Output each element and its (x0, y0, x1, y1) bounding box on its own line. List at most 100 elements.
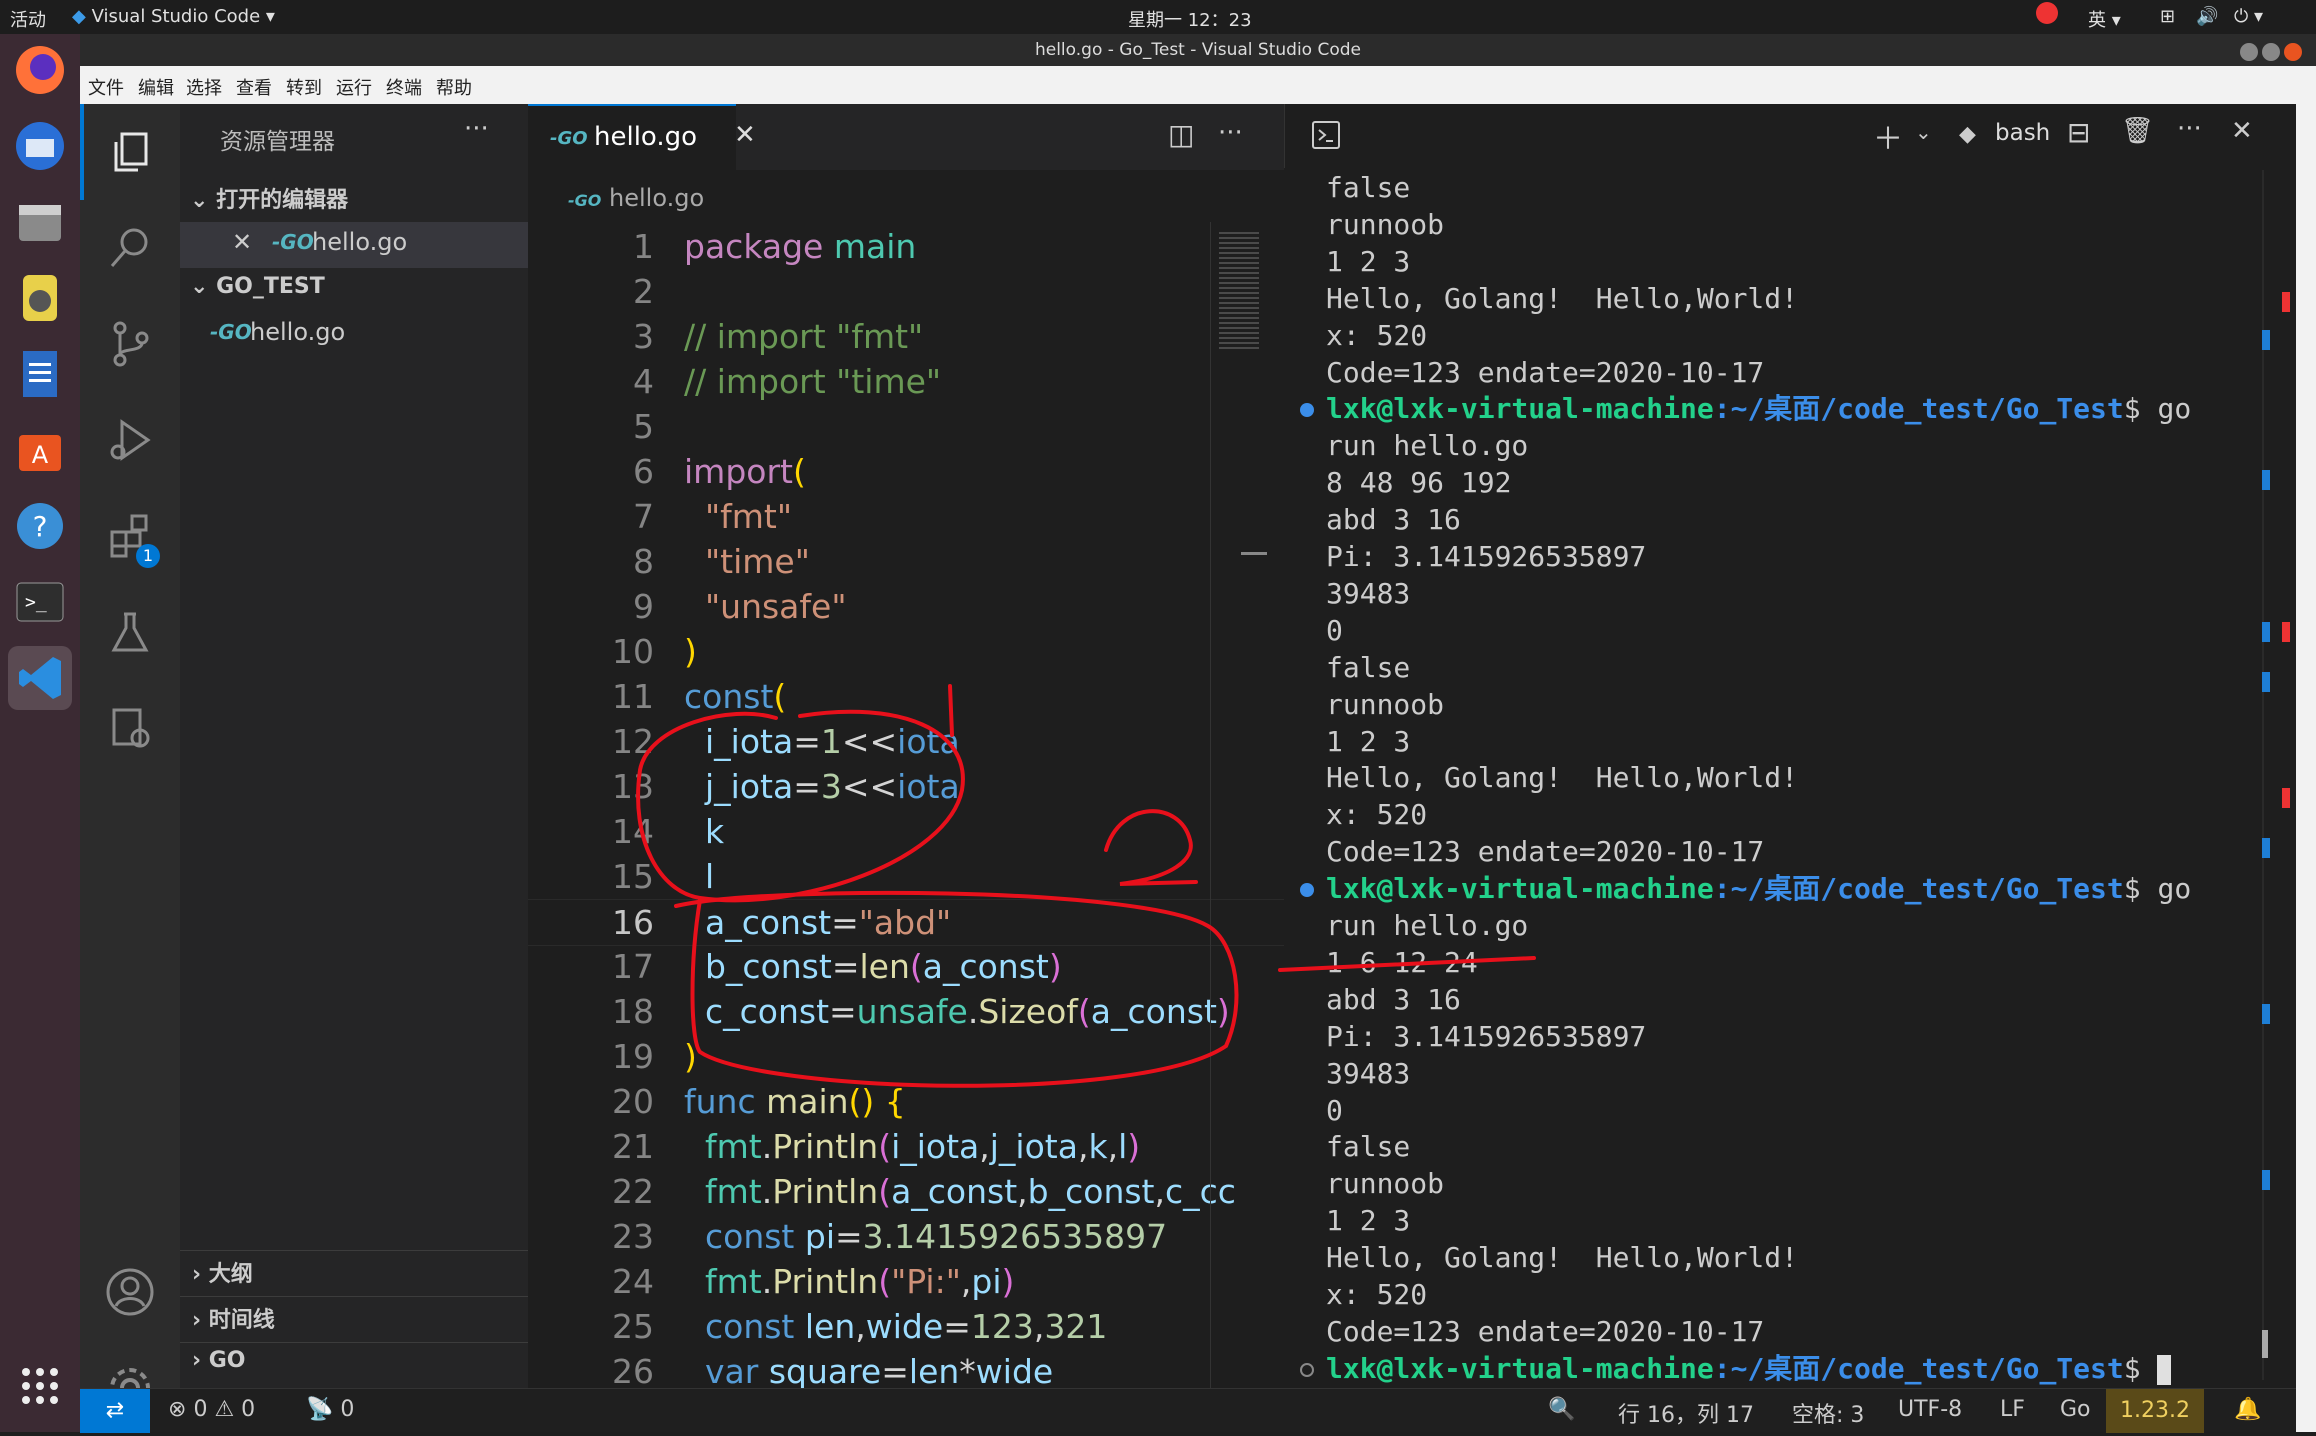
notifications-icon[interactable]: 🔔 (2234, 1397, 2261, 1422)
terminal-line: run hello.go (1326, 909, 1529, 942)
network-icon[interactable]: ⊞ (2160, 6, 2175, 27)
code-line: 13 j_iota=3<<iota (612, 767, 960, 806)
terminal-icon[interactable] (1311, 120, 1341, 154)
activities-button[interactable]: 活动 (10, 6, 46, 32)
indentation[interactable]: 空格: 3 (1792, 1397, 1864, 1429)
code-line: 7 "fmt" (633, 497, 793, 536)
trash-icon[interactable]: 🗑 (2121, 116, 2154, 146)
folder-file-item[interactable]: -GO hello.go (180, 312, 528, 358)
code-area[interactable]: 1 package main 2 3// import "fmt" 4// imp… (528, 224, 1284, 1388)
files-icon[interactable] (8, 190, 72, 254)
outline-header[interactable]: › 大纲 (192, 1256, 253, 1288)
source-control-icon[interactable] (80, 296, 180, 392)
go-section-header[interactable]: › GO (192, 1348, 246, 1373)
terminal-app-icon[interactable]: >_ (8, 570, 72, 634)
new-terminal-icon[interactable]: ＋ (1873, 114, 1903, 158)
extensions-badge: 1 (136, 544, 160, 568)
encoding[interactable]: UTF-8 (1898, 1397, 1962, 1422)
command-decoration-dot[interactable] (1300, 403, 1314, 418)
terminal-panel: ＋ ⌄ ◆ bash ⊟ 🗑 ··· ✕ false runnoob 1 2 3 He… (1284, 104, 2296, 1388)
code-editor: -GO hello.go ✕ ◫ ··· -GO hello.go 1 packa… (528, 104, 1284, 1388)
breadcrumb[interactable]: -GO hello.go (568, 184, 704, 212)
software-center-icon[interactable]: A (8, 418, 72, 482)
menu-terminal[interactable]: 终端 (386, 74, 422, 100)
clock[interactable]: 星期一 12：23 (1128, 6, 1252, 32)
chevron-down-icon[interactable]: ⌄ (1915, 120, 1932, 144)
open-editors-header[interactable]: ⌄ 打开的编辑器 (190, 182, 348, 214)
end-of-line[interactable]: LF (2000, 1397, 2025, 1422)
code-line: 4// import "time" (633, 362, 942, 401)
terminal-line: Pi: 3.1415926535897 (1326, 540, 1647, 573)
menu-file[interactable]: 文件 (88, 74, 124, 100)
terminal-scrollbar[interactable] (2262, 170, 2264, 1380)
go-version[interactable]: 1.23.2 (2106, 1389, 2204, 1433)
minimap[interactable] (1210, 222, 1277, 1388)
ports-indicator[interactable]: 📡 0 (306, 1397, 354, 1422)
code-line: 24 fmt.Println("Pi:",pi) (612, 1262, 1015, 1301)
terminal-line: 39483 (1326, 576, 1411, 610)
close-tab-icon[interactable]: ✕ (734, 120, 756, 150)
firefox-icon[interactable] (8, 38, 72, 102)
help-icon[interactable]: ? (8, 494, 72, 558)
terminal-line: abd 3 16 (1326, 982, 1461, 1016)
terminal-shell-label[interactable]: bash (1995, 120, 2050, 146)
menu-go[interactable]: 转到 (286, 74, 322, 100)
terminal-output[interactable]: false runnoob 1 2 3 Hello, Golang! Hello,Wo… (1284, 170, 2244, 1385)
notify-icon[interactable] (2036, 2, 2058, 24)
close-panel-icon[interactable]: ✕ (2231, 116, 2253, 146)
warning-icon: ⚠ (214, 1397, 235, 1422)
open-editor-item[interactable]: ✕ -GO hello.go (180, 222, 528, 268)
terminal-line: runnoob (1326, 1167, 1445, 1201)
menu-selection[interactable]: 选择 (186, 74, 222, 100)
vscode-app-icon[interactable] (8, 646, 72, 710)
testing-icon[interactable] (80, 584, 180, 680)
language-mode[interactable]: Go (2060, 1397, 2091, 1422)
window-title: hello.go - Go_Test - Visual Studio Code (1034, 40, 1362, 60)
code-line: 15 l (612, 857, 715, 896)
timeline-header[interactable]: › 时间线 (192, 1302, 275, 1334)
terminal-cursor (2156, 1354, 2171, 1385)
sidebar-more-icon[interactable]: ··· (464, 114, 489, 144)
code-line: 19) (612, 1037, 697, 1076)
window-title-bar: hello.go - Go_Test - Visual Studio Code (80, 34, 2316, 66)
search-icon[interactable] (80, 200, 180, 296)
menu-view[interactable]: 查看 (236, 74, 272, 100)
run-debug-icon[interactable] (80, 392, 180, 488)
problems-indicator[interactable]: ⊗ 0 ⚠ 0 (168, 1397, 255, 1422)
close-editor-icon[interactable]: ✕ (232, 228, 252, 256)
rhythmbox-icon[interactable] (8, 266, 72, 330)
ubuntu-dock: A ? >_ (0, 34, 80, 1432)
app-menu[interactable]: ◆ Visual Studio Code ▾ (72, 6, 275, 27)
terminal-line: x: 520 (1326, 318, 1428, 352)
terminal-line: abd 3 16 (1326, 503, 1461, 537)
remote-indicator-icon[interactable]: ⇄ (80, 1389, 150, 1433)
split-terminal-icon[interactable]: ⊟ (2067, 116, 2090, 149)
account-icon[interactable] (80, 1244, 180, 1340)
menu-help[interactable]: 帮助 (436, 74, 472, 100)
remote-explorer-icon[interactable] (80, 680, 180, 776)
terminal-line: lxk@lxk-virtual-machine:~/桌面/code_test/G… (1326, 392, 2192, 426)
code-line: 18 c_const=unsafe.Sizeof(a_const) (612, 992, 1230, 1031)
writer-icon[interactable] (8, 342, 72, 406)
thunderbird-icon[interactable] (8, 114, 72, 178)
input-language[interactable]: 英 ▾ (2088, 6, 2121, 32)
terminal-more-icon[interactable]: ··· (2177, 114, 2202, 144)
explorer-icon[interactable] (80, 104, 180, 200)
command-decoration-dot[interactable] (1300, 1362, 1314, 1377)
split-editor-icon[interactable]: ◫ (1168, 118, 1194, 151)
cursor-position[interactable]: 行 16，列 17 (1618, 1397, 1754, 1429)
code-line: 21 fmt.Println(i_iota,j_iota,k,l) (612, 1127, 1141, 1166)
show-apps-icon[interactable] (8, 1354, 72, 1418)
terminal-header: ＋ ⌄ ◆ bash ⊟ 🗑 ··· ✕ (1284, 104, 2297, 168)
tab-hello-go[interactable]: -GO hello.go ✕ (528, 104, 756, 172)
command-decoration-dot[interactable] (1300, 883, 1314, 898)
editor-more-icon[interactable]: ··· (1218, 118, 1243, 148)
terminal-line: 0 (1326, 1093, 1343, 1127)
folder-header[interactable]: ⌄ GO_TEST (190, 274, 325, 299)
zoom-icon[interactable]: 🔍 (1548, 1397, 1575, 1422)
volume-icon[interactable]: 🔊 (2196, 6, 2218, 27)
menu-edit[interactable]: 编辑 (138, 74, 174, 100)
power-icon[interactable]: ⏻ ▾ (2234, 6, 2263, 27)
menu-run[interactable]: 运行 (336, 74, 372, 100)
extensions-icon[interactable]: 1 (80, 488, 180, 584)
